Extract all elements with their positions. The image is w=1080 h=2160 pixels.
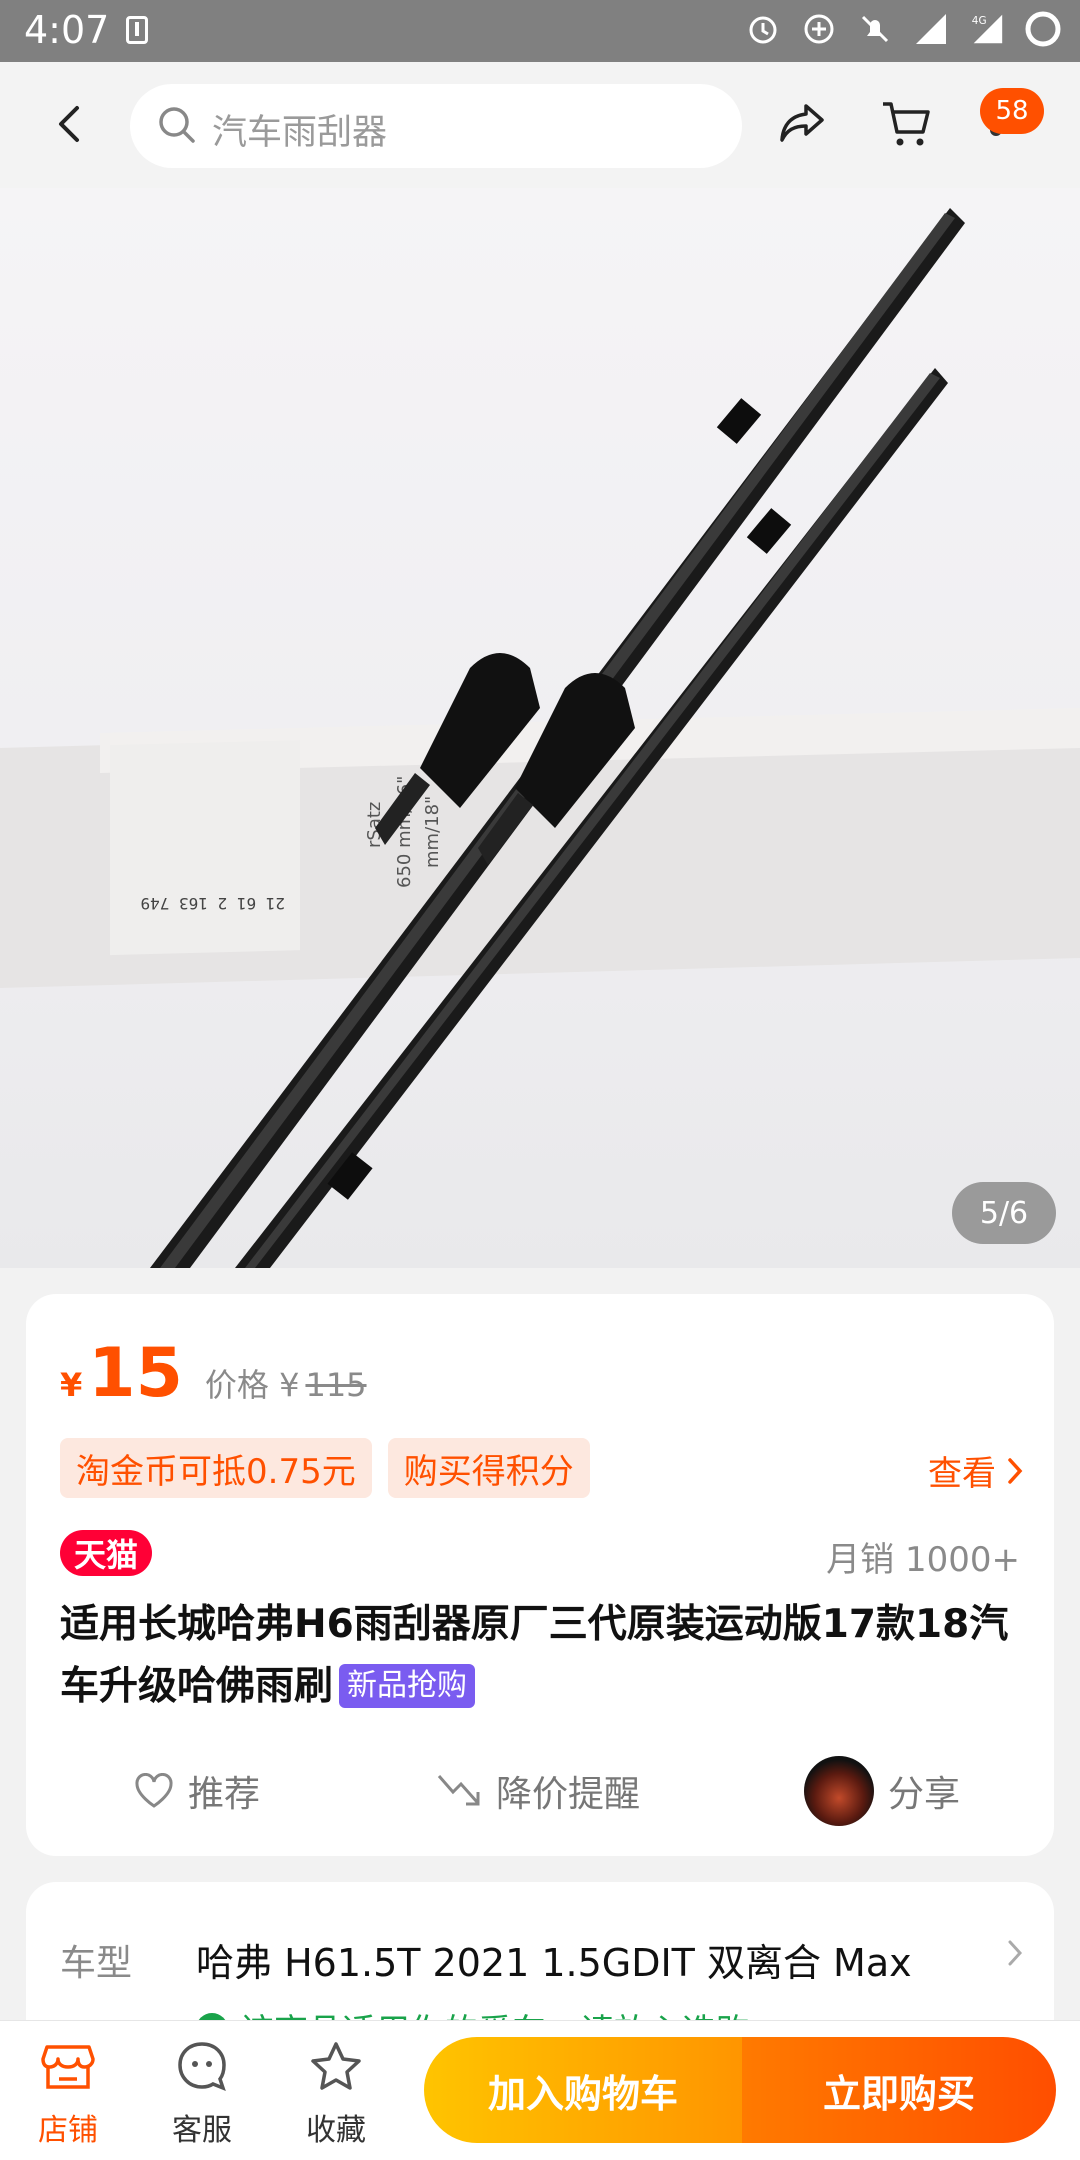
current-price: 15 (88, 1334, 183, 1413)
product-title: 适用长城哈弗H6雨刮器原厂三代原装运动版17款18汽车升级哈佛雨刷 新品抢购 (60, 1594, 1030, 1718)
search-input[interactable]: 汽车雨刮器 (130, 84, 742, 168)
cart-icon[interactable] (880, 98, 932, 154)
tmall-badge: 天猫 (60, 1530, 153, 1576)
heart-icon (135, 1773, 173, 1808)
download-icon (126, 16, 148, 44)
original-price-label: 价格 ¥ (204, 1366, 300, 1404)
purchase-buttons: 加入购物车 立即购买 (424, 2037, 1056, 2143)
status-time: 4:07 (24, 8, 110, 52)
battery-icon (1024, 10, 1062, 48)
view-promos-link[interactable]: 查看 (928, 1446, 1024, 1495)
shop-label: 店铺 (38, 2113, 98, 2148)
cart-badge: 58 (980, 88, 1044, 134)
alarm-icon (744, 10, 782, 48)
vehicle-value: 哈弗 H61.5T 2021 1.5GDIT 双离合 Max (196, 1941, 912, 1985)
product-title-text: 适用长城哈弗H6雨刮器原厂三代原装运动版17款18汽车升级哈佛雨刷 (60, 1602, 1009, 1709)
search-placeholder: 汽车雨刮器 (212, 113, 388, 153)
vehicle-label: 车型 (60, 1943, 133, 1984)
chat-icon (152, 2035, 252, 2097)
store-icon (18, 2035, 118, 2097)
network-label: 4G (972, 15, 987, 27)
price-alert-button[interactable]: 降价提醒 (436, 1756, 640, 1826)
product-info-card: ¥ 15 价格 ¥ 115 淘金币可抵0.75元 购买得积分 查看 天猫 月销 … (26, 1294, 1054, 1856)
mute-icon (856, 10, 894, 48)
view-label: 查看 (928, 1454, 996, 1494)
avatar (804, 1756, 874, 1826)
product-image[interactable]: 21 61 2 163 749 rSatz 650 mm/26" mm/18" … (0, 188, 1080, 1268)
product-photo-illustration: 21 61 2 163 749 rSatz 650 mm/26" mm/18" (0, 208, 1080, 1268)
price-row: ¥ 15 价格 ¥ 115 (60, 1334, 367, 1413)
promo-tags: 淘金币可抵0.75元 购买得积分 (60, 1438, 590, 1498)
buy-now-button[interactable]: 立即购买 (742, 2037, 1056, 2143)
signal-4g-icon: 4G (968, 10, 1006, 48)
top-nav: 汽车雨刮器 58 (0, 62, 1080, 188)
star-icon (286, 2035, 386, 2097)
price-currency: ¥ (60, 1366, 83, 1404)
monthly-sales: 月销 1000+ (826, 1540, 1020, 1580)
service-label: 客服 (172, 2113, 232, 2148)
status-bar: 4:07 4G (0, 0, 1080, 62)
price-drop-icon (437, 1775, 480, 1806)
shop-button[interactable]: 店铺 (18, 2035, 118, 2149)
back-icon[interactable] (44, 98, 96, 150)
points-tag[interactable]: 购买得积分 (387, 1438, 590, 1498)
recommend-button[interactable]: 推荐 (134, 1756, 260, 1826)
share-label: 分享 (888, 1774, 961, 1815)
status-icons: 4G (744, 10, 1062, 48)
gallery-pager: 5/6 (952, 1182, 1056, 1244)
favorite-button[interactable]: 收藏 (286, 2035, 386, 2149)
recommend-label: 推荐 (188, 1774, 261, 1815)
price-alert-label: 降价提醒 (496, 1774, 641, 1815)
signal-icon (912, 10, 950, 48)
bottom-bar: 店铺 客服 收藏 加入购物车 立即购买 (0, 2020, 1080, 2160)
barcode-text: 21 61 2 163 749 (141, 894, 286, 913)
new-product-tag: 新品抢购 (339, 1664, 476, 1708)
customer-service-button[interactable]: 客服 (152, 2035, 252, 2149)
chevron-right-icon (1006, 1938, 1024, 1972)
share-button[interactable]: 分享 (804, 1756, 960, 1826)
share-icon[interactable] (778, 100, 826, 150)
add-to-cart-button[interactable]: 加入购物车 (424, 2037, 742, 2143)
taojinbi-tag[interactable]: 淘金币可抵0.75元 (60, 1438, 372, 1498)
search-icon (156, 104, 198, 150)
chevron-right-icon (1008, 1457, 1023, 1484)
box-label-3: mm/18" (422, 796, 443, 868)
product-actions: 推荐 降价提醒 分享 (26, 1756, 1054, 1826)
favorite-label: 收藏 (306, 2113, 366, 2148)
data-saver-icon (800, 10, 838, 48)
original-price: 115 (305, 1366, 367, 1404)
